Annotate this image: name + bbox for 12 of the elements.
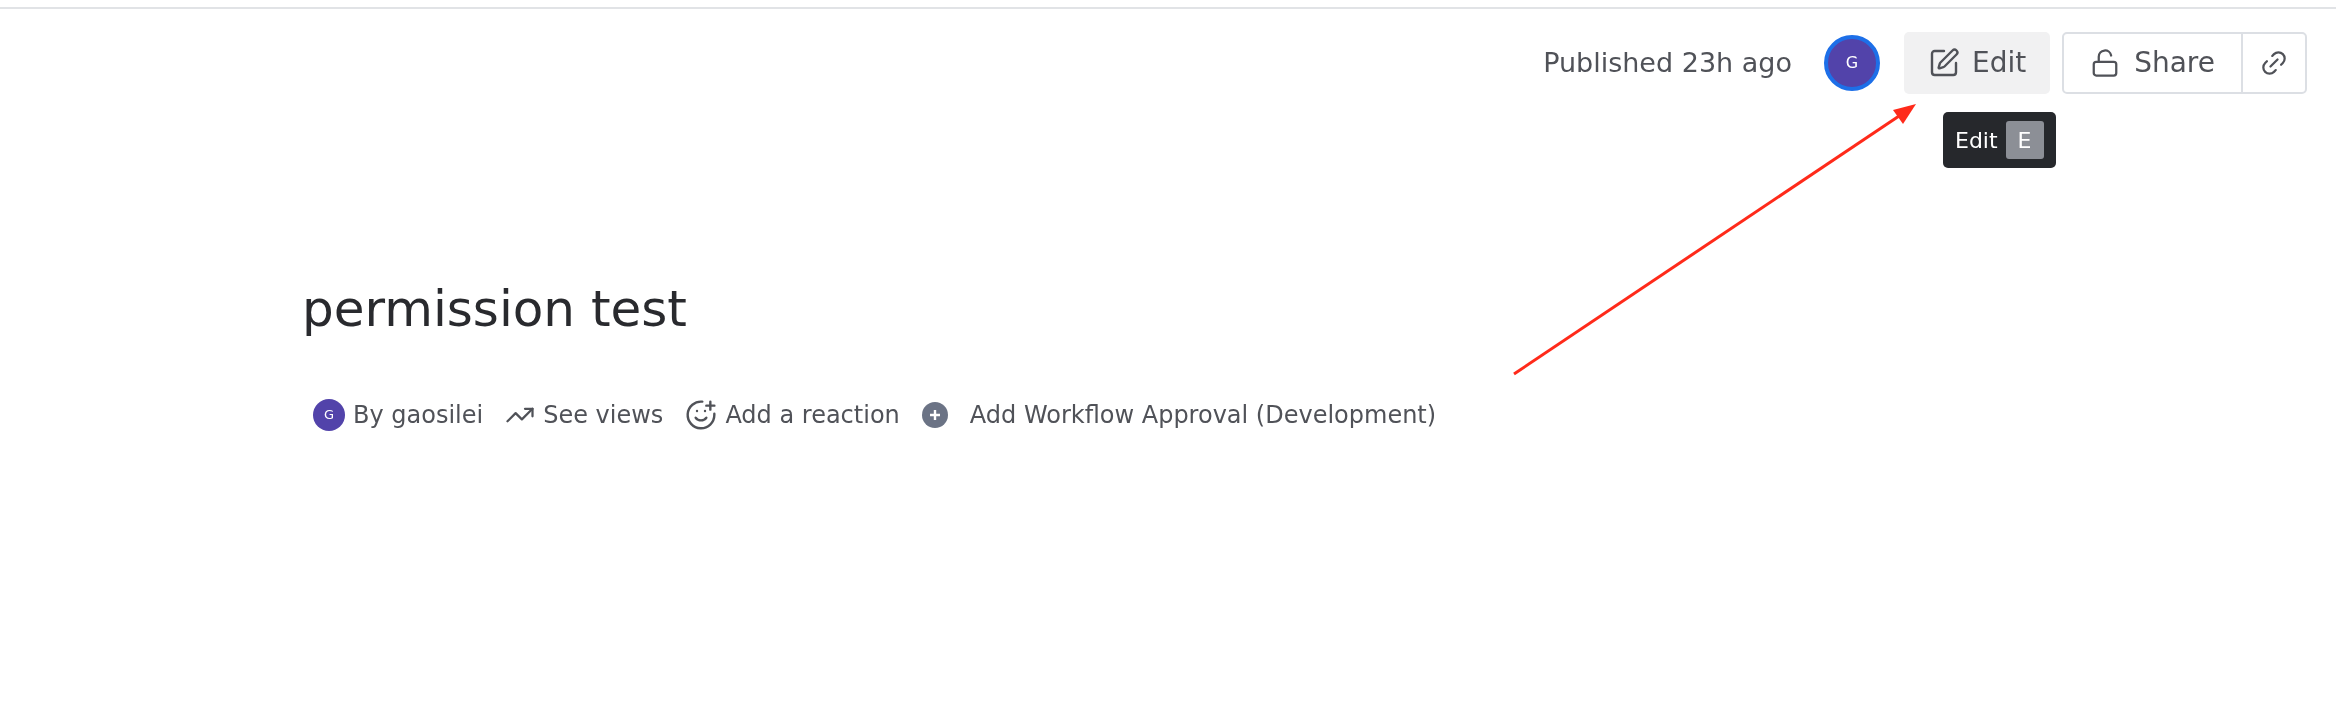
- meta-link[interactable]: See views: [543, 397, 664, 433]
- user-avatar[interactable]: G: [1823, 35, 1880, 91]
- publish-status: Published 23h ago: [1543, 45, 1792, 80]
- meta-link[interactable]: By gaosilei: [353, 397, 484, 433]
- avatar: G: [313, 399, 345, 431]
- shortcut-key: E: [2005, 121, 2044, 159]
- meta-link[interactable]: Add Workflow Approval (Development): [969, 397, 1437, 433]
- page-title: permission test: [302, 279, 688, 340]
- meta-link[interactable]: Add a reaction: [725, 397, 900, 433]
- tooltip-label: Edit: [1955, 126, 1998, 155]
- edit-button[interactable]: Edit: [1903, 32, 2051, 94]
- smile-plus-icon: [685, 399, 718, 431]
